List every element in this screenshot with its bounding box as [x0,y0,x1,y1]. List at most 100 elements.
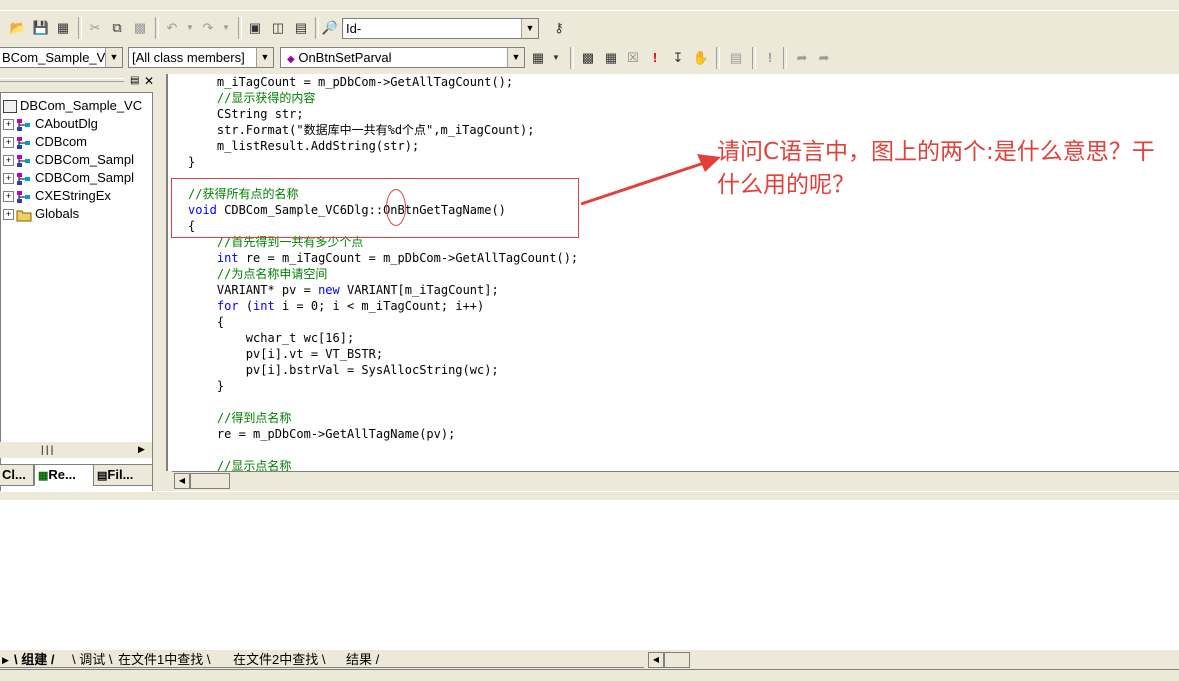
code-token: pv[i].vt = VT_BSTR; [245,347,384,361]
find-binoculars-icon[interactable]: ⚷ [549,18,569,38]
code-line: int re = m_iTagCount = m_pDbCom->GetAllT… [188,250,578,266]
window-list-icon[interactable]: ▤ [291,18,311,38]
tree-item[interactable]: + CDBcom [3,133,87,151]
tab-fileview[interactable]: ▤Fil... [93,464,153,486]
code-editor[interactable]: m_iTagCount = m_pDbCom->GetAllTagCount()… [166,74,1179,471]
folder-icon [16,208,32,222]
code-line: wchar_t wc[16]; [188,330,354,346]
code-token: int [253,299,275,313]
scroll-thumb[interactable] [190,473,230,489]
code-line: } [188,154,195,170]
tab-label: 结果 [346,652,373,667]
code-line: re = m_pDbCom->GetAllTagName(pv); [188,426,455,442]
expand-icon[interactable]: + [3,209,14,221]
chevron-down-icon[interactable]: ▼ [105,48,122,67]
expand-icon[interactable]: + [3,137,14,149]
member-combo-value: OnBtnSetParval [298,50,392,65]
workspace-header: ▤ ✕ [0,74,160,88]
go-icon[interactable]: ↧ [668,48,688,68]
class-icon [16,136,32,150]
code-token: CString str; [216,107,304,121]
scroll-left-icon[interactable]: ◀ [648,652,664,668]
code-token: pv[i].bstrVal = SysAllocString(wc); [245,363,499,377]
chevron-down-icon[interactable]: ▼ [507,48,524,67]
code-line: VARIANT* pv = new VARIANT[m_iTagCount]; [188,282,499,298]
expand-icon[interactable]: + [3,119,14,131]
tree-item-label: CDBCom_Sampl [35,170,134,185]
wizard-action-icon[interactable]: ▦ [528,48,548,68]
status-bar [0,669,1179,681]
compile-icon[interactable]: ▩ [578,48,598,68]
editor-hscroll[interactable]: ◀ [172,471,1179,489]
tree-item-label: CAboutDlg [35,116,98,131]
tab-classview[interactable]: Cl... [0,464,34,486]
tree-item-label: Globals [35,206,80,221]
code-line: str.Format("数据库中一共有%d个点",m_iTagCount); [188,122,535,138]
resource-icon: ▦ [38,470,49,482]
code-token: } [188,155,196,169]
tree-item[interactable]: + CXEStringEx [3,187,111,205]
find-in-files-icon[interactable]: 🔎 [320,18,340,38]
cut-icon[interactable]: ✂ [85,18,105,38]
filter-combo[interactable]: [All class members] ▼ [128,47,274,68]
output-window-icon[interactable]: ◫ [268,18,288,38]
save-icon[interactable]: 💾 [31,18,51,38]
output-window [0,500,1179,650]
stop-build-icon[interactable]: ☒ [623,48,643,68]
annotation-text: 请问C语言中，图上的两个:是什么意思？干什么用的呢？ [717,139,1155,198]
open-folder-icon[interactable]: 📂 [8,18,28,38]
code-line: //显示获得的内容 [188,90,315,106]
tree-item-label: CDBcom [35,134,88,149]
breakpoint-hand-icon[interactable]: ✋ [691,48,711,68]
member-combo[interactable]: ◆ OnBtnSetParval ▼ [280,47,525,68]
tree-item[interactable]: + CDBCom_Sampl [3,151,134,169]
step-into-icon[interactable]: ➦ [792,48,812,68]
expand-icon[interactable]: + [3,155,14,167]
tab-label: Cl... [2,467,26,482]
annotation-box [171,178,579,238]
execute-icon[interactable]: ! [645,48,665,68]
close-icon[interactable]: ✕ [144,74,154,88]
copy-icon[interactable]: ⧉ [107,18,127,38]
paste-icon[interactable]: ▩ [130,18,150,38]
build-icon[interactable]: ▦ [601,48,621,68]
debug-execute-icon[interactable]: ! [760,48,780,68]
class-icon [16,172,32,186]
tree-item[interactable]: + CDBCom_Sampl [3,169,134,187]
tree-item[interactable]: + Globals [3,205,79,223]
tree-item[interactable]: DBCom_Sample_VC [3,97,142,115]
chevron-down-icon[interactable]: ▼ [256,48,273,67]
scroll-thumb[interactable] [664,652,690,668]
restore-icon[interactable]: ▤ [130,75,139,86]
project-icon [3,100,17,114]
code-line: //为点名称申请空间 [188,266,327,282]
save-all-icon[interactable]: ▦ [53,18,73,38]
scroll-left-icon[interactable]: ◀ [174,473,190,489]
debug-window-icon[interactable]: ▤ [726,48,746,68]
tree-item-label: DBCom_Sample_VC [20,98,143,113]
annotation-arrow [580,154,721,206]
workspace-icon[interactable]: ▣ [245,18,265,38]
chevron-down-icon[interactable]: ▼ [521,19,538,38]
find-combo[interactable]: Id- ▼ [342,18,539,39]
menu-bar [0,0,1179,8]
undo-dropdown-icon[interactable]: ▼ [180,18,200,38]
code-token: m_iTagCount = m_pDbCom->GetAllTagCount()… [216,75,514,89]
expand-icon[interactable]: + [3,173,14,185]
tree-item[interactable]: + CAboutDlg [3,115,98,133]
undo-icon[interactable]: ↶ [162,18,182,38]
code-line: { [188,314,224,330]
redo-dropdown-icon[interactable]: ▼ [216,18,236,38]
code-token: for [216,299,239,313]
wizard-dropdown-icon[interactable]: ▼ [546,48,566,68]
expand-icon[interactable]: + [3,191,14,203]
tab-resourceview[interactable]: ▦Re... [34,464,94,486]
annotation-circle [386,189,406,226]
scroll-right-icon[interactable]: ▶ [138,444,145,455]
redo-icon[interactable]: ↷ [198,18,218,38]
step-over-icon[interactable]: ➦ [814,48,834,68]
tab-label: 调试 [79,652,106,667]
code-token: { [216,315,225,329]
tree-hscroll[interactable]: ┃┃┃ ▶ [0,442,152,458]
class-combo[interactable]: BCom_Sample_V ▼ [0,47,123,68]
